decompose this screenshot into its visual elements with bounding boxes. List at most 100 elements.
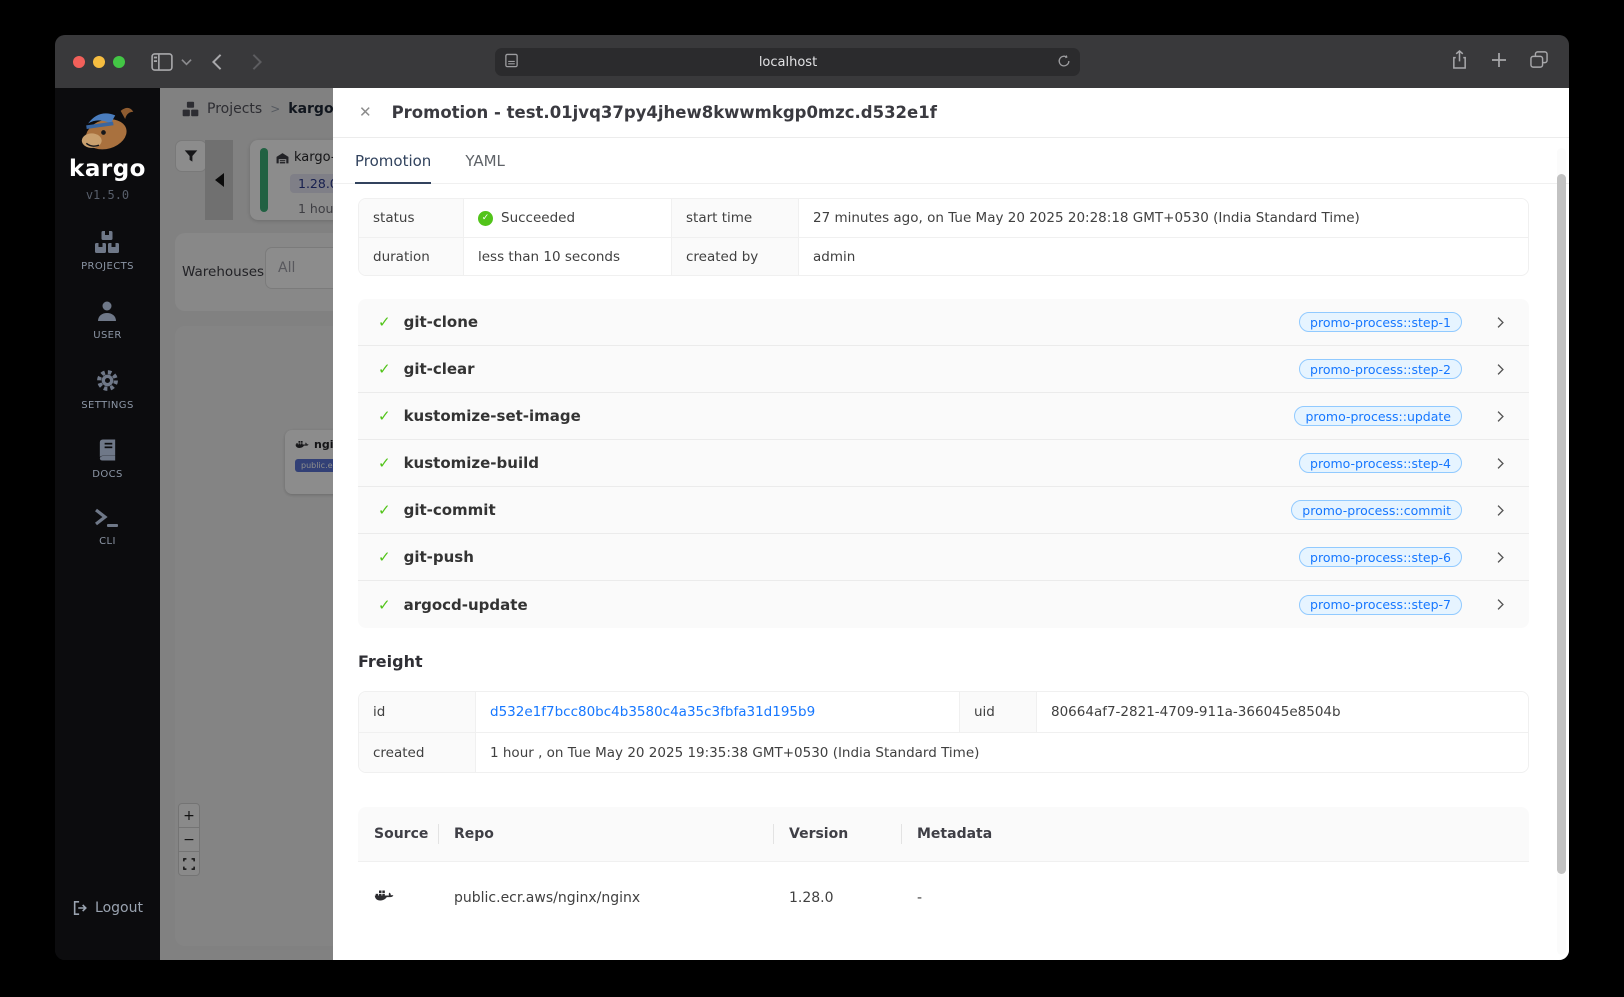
sidebar-item-user[interactable]: USER — [93, 299, 122, 341]
step-alias-badge: promo-process::update — [1294, 406, 1462, 426]
col-metadata: Metadata — [901, 807, 1529, 861]
freight-uid-label: uid — [959, 692, 1036, 732]
app-sidebar: kargo v1.5.0 PROJECTS USER SETTINGS DOCS — [55, 88, 160, 960]
modal-title: Promotion - test.01jvq37py4jhew8kwwmkgp0… — [391, 103, 937, 122]
freight-created-value: 1 hour , on Tue May 20 2025 19:35:38 GMT… — [475, 732, 1528, 772]
share-icon[interactable] — [1451, 50, 1468, 73]
modal-scrollbar-thumb[interactable] — [1557, 174, 1566, 874]
user-icon — [98, 301, 117, 321]
step-row-git-commit[interactable]: ✓ git-commit promo-process::commit — [358, 487, 1529, 534]
sidebar-item-settings[interactable]: SETTINGS — [81, 368, 133, 411]
promotion-steps-list: ✓ git-clone promo-process::step-1 ✓ git-… — [358, 299, 1529, 628]
freight-table: id d532e1f7bcc80bc4b3580c4a35c3fbfa31d19… — [358, 691, 1529, 773]
close-icon[interactable]: ✕ — [359, 105, 372, 120]
url-text: localhost — [758, 54, 818, 70]
new-tab-icon[interactable] — [1491, 52, 1507, 72]
step-row-argocd-update[interactable]: ✓ argocd-update promo-process::step-7 — [358, 581, 1529, 628]
step-row-kustomize-build[interactable]: ✓ kustomize-build promo-process::step-4 — [358, 440, 1529, 487]
check-icon: ✓ — [378, 407, 391, 425]
sidebar-toggle-icon[interactable] — [151, 35, 173, 88]
check-icon: ✓ — [378, 595, 391, 614]
step-alias-badge: promo-process::step-1 — [1299, 312, 1462, 332]
freight-uid-value: 80664af7-2821-4709-911a-366045e8504b — [1036, 692, 1528, 732]
col-repo: Repo — [438, 807, 773, 861]
project-page: Projects > kargo-de kargo-dem 1.28.0 1 h… — [160, 88, 1569, 960]
back-icon[interactable] — [211, 35, 223, 88]
source-metadata: - — [917, 889, 923, 906]
logout-icon — [73, 900, 87, 916]
status-label: status — [359, 199, 463, 237]
start-time-value: 27 minutes ago, on Tue May 20 2025 20:28… — [798, 199, 1528, 237]
step-alias-badge: promo-process::commit — [1291, 500, 1462, 520]
terminal-icon — [95, 508, 119, 527]
duration-value: less than 10 seconds — [463, 237, 671, 275]
modal-body: status ✓ Succeeded start time 27 minutes… — [333, 184, 1569, 960]
logout-button[interactable]: Logout — [55, 900, 160, 916]
freight-id-label: id — [359, 692, 475, 732]
freight-created-label: created — [359, 732, 475, 772]
step-row-kustomize-set-image[interactable]: ✓ kustomize-set-image promo-process::upd… — [358, 393, 1529, 440]
succeeded-check-icon: ✓ — [478, 210, 493, 226]
chevron-right-icon[interactable] — [1494, 504, 1507, 517]
start-time-label: start time — [671, 199, 798, 237]
freight-id-link[interactable]: d532e1f7bcc80bc4b3580c4a35c3fbfa31d195b9 — [490, 704, 815, 720]
tab-yaml[interactable]: YAML — [465, 138, 505, 183]
traffic-lights — [73, 55, 125, 68]
forward-icon[interactable] — [251, 35, 263, 88]
step-row-git-push[interactable]: ✓ git-push promo-process::step-6 — [358, 534, 1529, 581]
created-by-label: created by — [671, 237, 798, 275]
browser-window: localhost kargo v1.5.0 PROJECTS USER SET… — [55, 35, 1569, 960]
step-row-git-clone[interactable]: ✓ git-clone promo-process::step-1 — [358, 299, 1529, 346]
chevron-right-icon[interactable] — [1494, 457, 1507, 470]
sidebar-item-cli[interactable]: CLI — [94, 507, 120, 547]
check-icon: ✓ — [378, 501, 391, 519]
reload-icon[interactable] — [1057, 53, 1071, 72]
gear-icon — [97, 370, 118, 391]
step-alias-badge: promo-process::step-7 — [1299, 594, 1462, 615]
kargo-wordmark: kargo — [69, 156, 146, 182]
created-by-value: admin — [798, 237, 1528, 275]
check-icon: ✓ — [378, 454, 391, 472]
kargo-logo — [81, 107, 133, 150]
col-version: Version — [773, 807, 901, 861]
freight-id-value: d532e1f7bcc80bc4b3580c4a35c3fbfa31d195b9 — [475, 692, 959, 732]
step-alias-badge: promo-process::step-6 — [1299, 547, 1462, 567]
freight-sources-table: Source Repo Version Metadata public.ecr.… — [358, 807, 1529, 933]
status-value: ✓ Succeeded — [463, 199, 671, 237]
check-icon: ✓ — [378, 313, 391, 331]
check-icon: ✓ — [378, 360, 391, 378]
browser-titlebar: localhost — [55, 35, 1569, 88]
chevron-right-icon[interactable] — [1494, 410, 1507, 423]
step-alias-badge: promo-process::step-2 — [1299, 359, 1462, 379]
chevron-down-icon[interactable] — [181, 35, 192, 88]
table-row: public.ecr.aws/nginx/nginx 1.28.0 - — [358, 861, 1529, 933]
book-icon — [99, 439, 116, 461]
address-bar[interactable]: localhost — [495, 48, 1080, 76]
step-alias-badge: promo-process::step-4 — [1299, 453, 1462, 473]
tab-overview-icon[interactable] — [1530, 51, 1548, 72]
chevron-right-icon[interactable] — [1494, 551, 1507, 564]
minimize-window-button[interactable] — [93, 55, 105, 68]
promotion-modal: ✕ Promotion - test.01jvq37py4jhew8kwwmkg… — [333, 88, 1569, 960]
chevron-right-icon[interactable] — [1494, 598, 1507, 611]
sidebar-item-projects[interactable]: PROJECTS — [81, 230, 134, 272]
chevron-right-icon[interactable] — [1494, 316, 1507, 329]
close-window-button[interactable] — [73, 55, 85, 68]
duration-label: duration — [359, 237, 463, 275]
chevron-right-icon[interactable] — [1494, 363, 1507, 376]
freight-heading: Freight — [358, 652, 423, 671]
promotion-summary-table: status ✓ Succeeded start time 27 minutes… — [358, 198, 1529, 276]
step-row-git-clear[interactable]: ✓ git-clear promo-process::step-2 — [358, 346, 1529, 393]
docker-icon — [374, 890, 394, 901]
projects-icon — [95, 231, 120, 253]
tab-promotion[interactable]: Promotion — [355, 138, 432, 184]
fullscreen-window-button[interactable] — [113, 55, 125, 68]
modal-tabs: Promotion YAML — [333, 138, 1569, 184]
reader-icon[interactable] — [504, 53, 519, 72]
app-version: v1.5.0 — [85, 188, 130, 202]
source-repo: public.ecr.aws/nginx/nginx — [454, 889, 641, 906]
sidebar-item-docs[interactable]: DOCS — [92, 438, 123, 480]
source-version: 1.28.0 — [789, 889, 834, 906]
col-source: Source — [374, 826, 429, 842]
check-icon: ✓ — [378, 548, 391, 566]
